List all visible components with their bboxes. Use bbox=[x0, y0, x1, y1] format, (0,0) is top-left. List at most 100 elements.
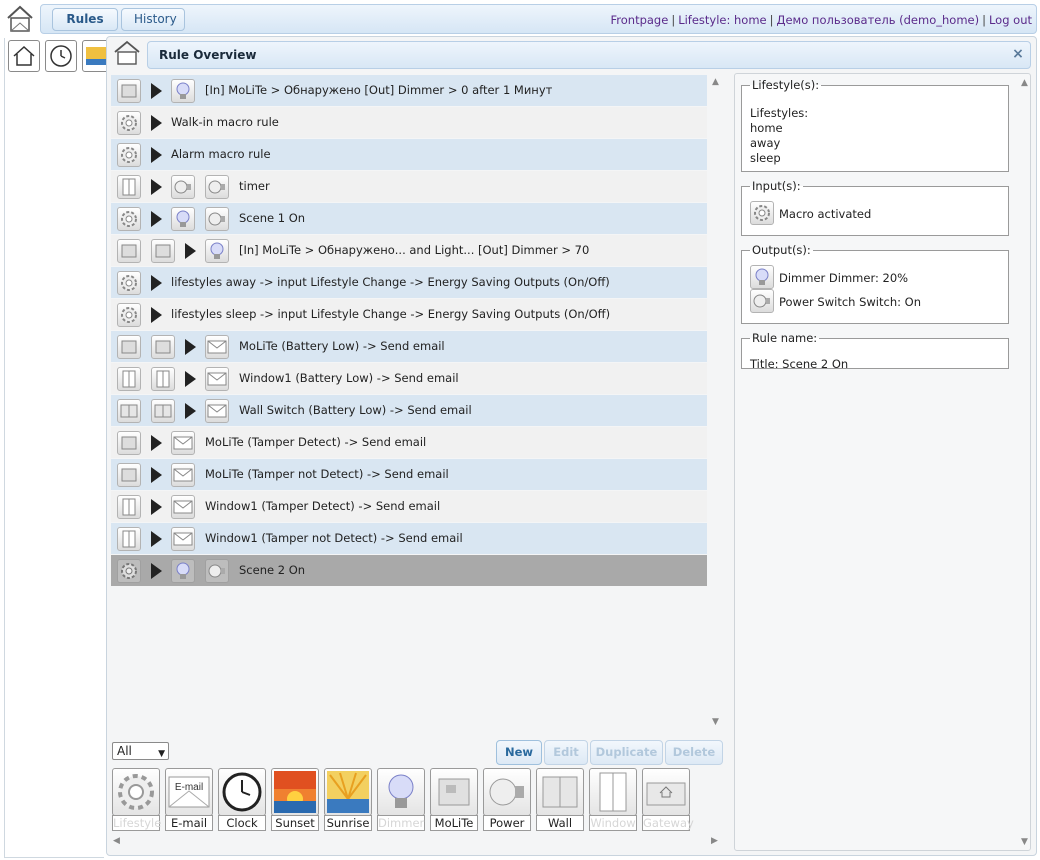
palette-wall[interactable]: Wall bbox=[536, 768, 584, 831]
rule-row[interactable]: Alarm macro rule bbox=[111, 139, 707, 170]
rule-row[interactable]: Wall Switch (Battery Low) -> Send email bbox=[111, 395, 707, 426]
palette-window[interactable]: Window bbox=[589, 768, 637, 831]
email-icon-text: E-mail bbox=[175, 782, 203, 793]
window-icon bbox=[117, 495, 141, 519]
rule-row[interactable]: MoLiTe (Tamper not Detect) -> Send email bbox=[111, 459, 707, 490]
scroll-down-icon[interactable]: ▼ bbox=[1021, 837, 1028, 847]
scroll-down-icon[interactable]: ▼ bbox=[712, 717, 719, 727]
wall-switch-icon bbox=[536, 768, 584, 816]
lifestyle-link[interactable]: Lifestyle: home bbox=[678, 13, 766, 27]
rule-row[interactable]: MoLiTe (Battery Low) -> Send email bbox=[111, 331, 707, 362]
play-icon[interactable] bbox=[185, 339, 196, 355]
rule-row[interactable]: lifestyles sleep -> input Lifestyle Chan… bbox=[111, 299, 707, 330]
palette-clock[interactable]: Clock bbox=[218, 768, 266, 831]
lifestyles-box: Lifestyle(s): Lifestyles: home away slee… bbox=[741, 78, 1009, 172]
duplicate-button[interactable]: Duplicate bbox=[590, 740, 663, 765]
logout-link[interactable]: Log out bbox=[989, 13, 1032, 27]
inputs-legend: Input(s): bbox=[752, 179, 801, 193]
palette-dimmer[interactable]: Dimmer bbox=[377, 768, 425, 831]
rules-tab[interactable]: Rules bbox=[52, 8, 118, 31]
bulb-icon bbox=[205, 239, 229, 263]
email-icon bbox=[205, 335, 229, 359]
rule-row[interactable]: [In] MoLiTe > Обнаружено... and Light...… bbox=[111, 235, 707, 266]
rule-row[interactable]: [In] MoLiTe > Обнаружено [Out] Dimmer > … bbox=[111, 75, 707, 106]
play-icon[interactable] bbox=[151, 83, 162, 99]
palette-sunset[interactable]: Sunset bbox=[271, 768, 319, 831]
palette-email[interactable]: E-mail E-mail bbox=[165, 768, 213, 831]
scroll-right-icon[interactable]: ▶ bbox=[711, 836, 718, 846]
new-button[interactable]: New bbox=[496, 740, 542, 765]
user-links: Frontpage | Lifestyle: home | Демо пользоват… bbox=[610, 13, 1033, 27]
rule-row[interactable]: Scene 1 On bbox=[111, 203, 707, 234]
palette-lifestyle[interactable]: Lifestyle bbox=[112, 768, 161, 831]
edit-button[interactable]: Edit bbox=[544, 740, 588, 765]
rule-row[interactable]: timer bbox=[111, 171, 707, 202]
molite-sensor-icon bbox=[117, 79, 141, 103]
left-side-area bbox=[4, 38, 104, 858]
play-icon[interactable] bbox=[185, 243, 196, 259]
rules-list: [In] MoLiTe > Обнаружено [Out] Dimmer > … bbox=[111, 75, 707, 587]
close-icon[interactable]: × bbox=[1011, 47, 1025, 61]
frontpage-link[interactable]: Frontpage bbox=[611, 13, 669, 27]
home-icon[interactable] bbox=[8, 40, 40, 72]
rule-row-selected[interactable]: Scene 2 On bbox=[111, 555, 707, 586]
play-icon[interactable] bbox=[151, 531, 162, 547]
rule-text: Scene 1 On bbox=[239, 211, 306, 225]
window-icon bbox=[589, 768, 637, 816]
rule-row[interactable]: Window1 (Tamper not Detect) -> Send emai… bbox=[111, 523, 707, 554]
play-icon[interactable] bbox=[151, 147, 162, 163]
rule-text: Window1 (Tamper Detect) -> Send email bbox=[205, 499, 441, 513]
play-icon[interactable] bbox=[151, 275, 162, 291]
palette-horizontal-scrollbar[interactable]: ◀ ▶ bbox=[111, 835, 725, 851]
filter-select[interactable]: All ▼ bbox=[112, 742, 169, 760]
molite-sensor-icon bbox=[151, 335, 175, 359]
email-icon bbox=[171, 495, 195, 519]
output-line: Dimmer Dimmer: 20% bbox=[779, 271, 909, 285]
dialog-title: Rule Overview bbox=[159, 48, 257, 62]
play-icon[interactable] bbox=[185, 403, 196, 419]
rule-row[interactable]: lifestyles away -> input Lifestyle Chang… bbox=[111, 267, 707, 298]
palette-sunrise[interactable]: Sunrise bbox=[324, 768, 372, 831]
history-tab[interactable]: History bbox=[121, 8, 185, 31]
play-icon[interactable] bbox=[151, 499, 162, 515]
rule-row[interactable]: Window1 (Tamper Detect) -> Send email bbox=[111, 491, 707, 522]
user-link[interactable]: Демо пользователь (demo_home) bbox=[777, 13, 980, 27]
scroll-up-icon[interactable]: ▲ bbox=[712, 77, 719, 87]
rule-row[interactable]: Window1 (Battery Low) -> Send email bbox=[111, 363, 707, 394]
house-icon bbox=[111, 39, 143, 67]
delete-button[interactable]: Delete bbox=[665, 740, 723, 765]
rules-vertical-scrollbar[interactable]: ▲ ▼ bbox=[707, 75, 725, 735]
scroll-up-icon[interactable]: ▲ bbox=[1021, 78, 1028, 88]
window-icon bbox=[117, 175, 141, 199]
gear-icon bbox=[117, 303, 141, 327]
play-icon[interactable] bbox=[185, 371, 196, 387]
lifestyle-line: Lifestyles: bbox=[750, 106, 809, 120]
play-icon[interactable] bbox=[151, 211, 162, 227]
palette-gateway[interactable]: Gateway bbox=[642, 768, 694, 831]
palette-label: Window bbox=[589, 815, 637, 831]
palette-label: Sunset bbox=[271, 815, 319, 831]
power-plug-icon bbox=[205, 175, 229, 199]
wall-switch-icon bbox=[117, 399, 141, 423]
rule-text: Walk-in macro rule bbox=[171, 115, 279, 129]
play-icon[interactable] bbox=[151, 179, 162, 195]
home-logo-icon[interactable] bbox=[4, 4, 36, 34]
rule-text: Wall Switch (Battery Low) -> Send email bbox=[239, 403, 472, 417]
lifestyle-line: sleep bbox=[750, 151, 781, 165]
play-icon[interactable] bbox=[151, 467, 162, 483]
scroll-left-icon[interactable]: ◀ bbox=[113, 836, 120, 846]
play-icon[interactable] bbox=[151, 563, 162, 579]
email-icon bbox=[171, 431, 195, 455]
power-plug-icon bbox=[205, 207, 229, 231]
play-icon[interactable] bbox=[151, 115, 162, 131]
clock-icon[interactable] bbox=[45, 40, 77, 72]
rule-row[interactable]: MoLiTe (Tamper Detect) -> Send email bbox=[111, 427, 707, 458]
palette-power[interactable]: Power bbox=[483, 768, 531, 831]
rule-row[interactable]: Walk-in macro rule bbox=[111, 107, 707, 138]
palette-label: Gateway bbox=[642, 815, 694, 831]
palette-label: Power bbox=[483, 815, 531, 831]
play-icon[interactable] bbox=[151, 307, 162, 323]
rule-text: MoLiTe (Tamper not Detect) -> Send email bbox=[205, 467, 449, 481]
palette-molite[interactable]: MoLiTe bbox=[430, 768, 478, 831]
play-icon[interactable] bbox=[151, 435, 162, 451]
